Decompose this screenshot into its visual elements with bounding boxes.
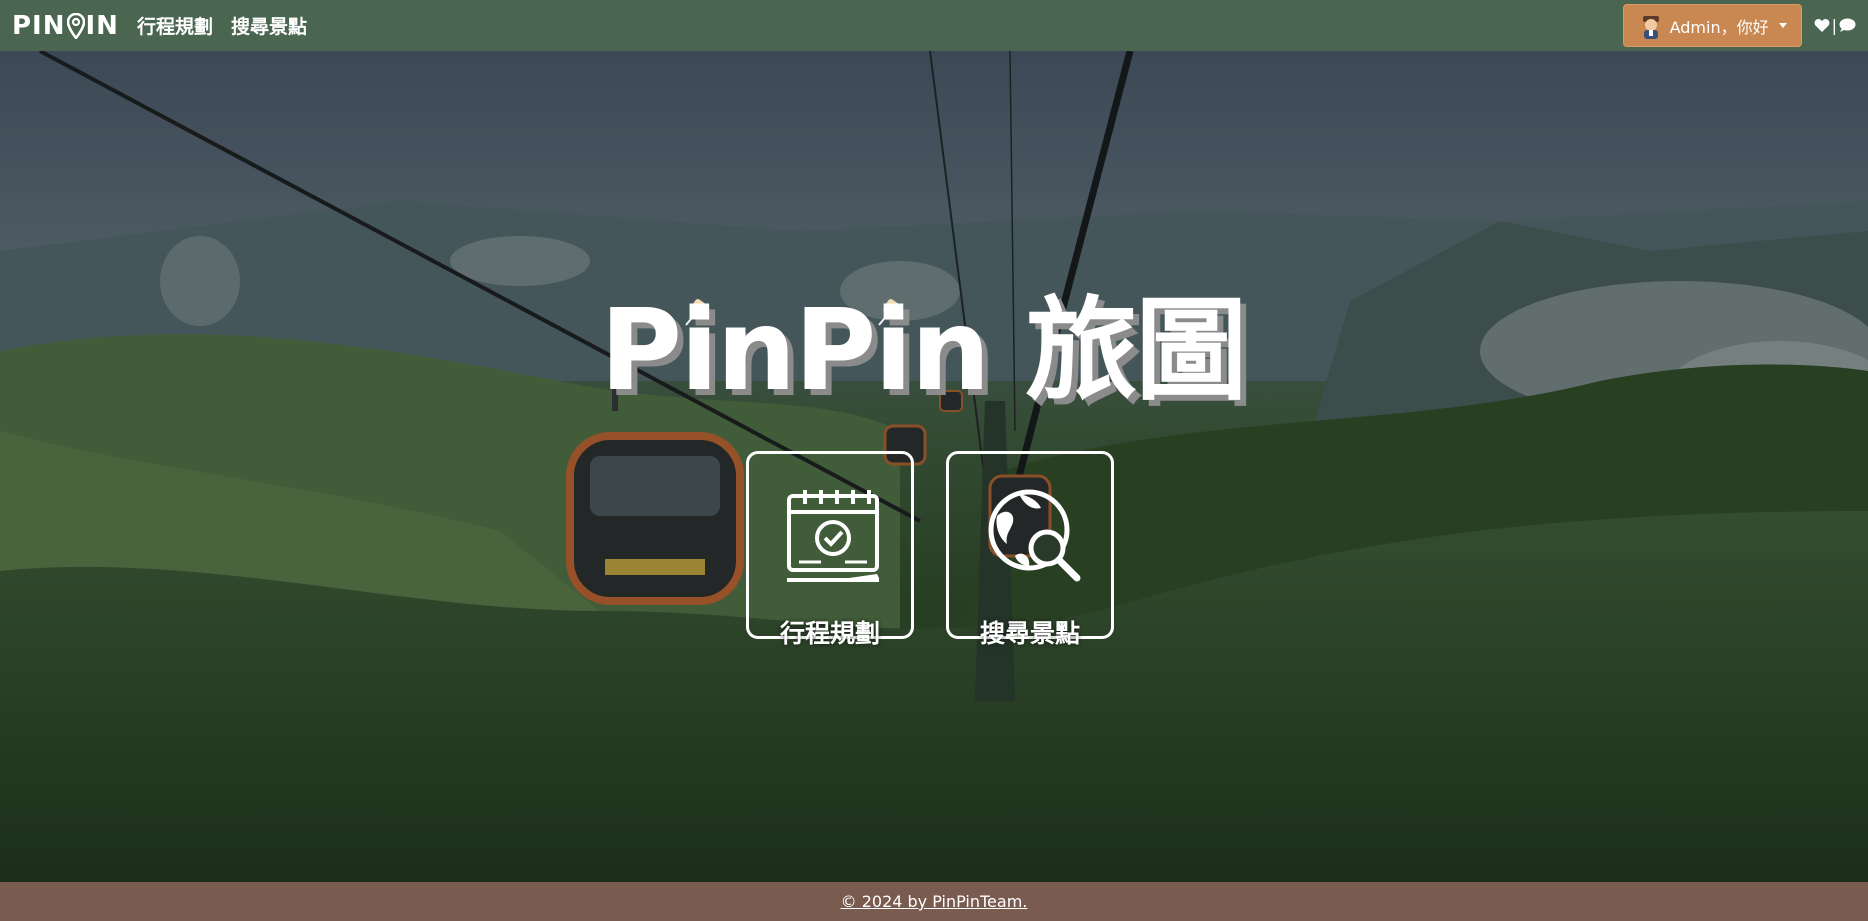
navbar-icons: | [1814,16,1856,35]
top-navbar: PIN IN 行程規劃 搜尋景點 Admin，你好 | [0,0,1868,51]
tile-label: 搜尋景點 [979,619,1081,648]
globe-search-icon [988,489,1081,582]
nav-link-itinerary[interactable]: 行程規劃 [137,12,213,39]
dark-overlay [0,51,1868,882]
hero-background: PinPin 旅圖 行程規劃 搜尋景點 [0,51,1868,882]
map-pin-icon [66,12,85,39]
user-greeting: Admin，你好 [1669,17,1769,37]
itinerary-planning-tile[interactable]: 行程規劃 [746,451,914,648]
brand-text-end: IN [85,10,119,41]
footer: © 2024 by PinPinTeam. [0,882,1868,921]
brand-text-start: PIN [12,10,66,41]
nav-link-search-spots[interactable]: 搜尋景點 [231,12,307,39]
brand-logo[interactable]: PIN IN [12,11,119,41]
heart-icon[interactable] [1814,18,1830,33]
tile-label: 行程規劃 [779,619,881,648]
search-spots-tile[interactable]: 搜尋景點 [946,451,1114,648]
chevron-down-icon [1778,23,1787,28]
divider: | [1831,16,1837,35]
copyright-link[interactable]: © 2024 by PinPinTeam. [841,892,1028,911]
user-menu-button[interactable]: Admin，你好 [1622,4,1802,47]
navbar-right: Admin，你好 | [1622,4,1856,47]
chat-icon[interactable] [1839,18,1856,33]
avatar-icon [1642,15,1659,39]
hero-title: PinPin 旅圖 [600,286,1247,416]
calendar-check-icon [787,490,879,582]
